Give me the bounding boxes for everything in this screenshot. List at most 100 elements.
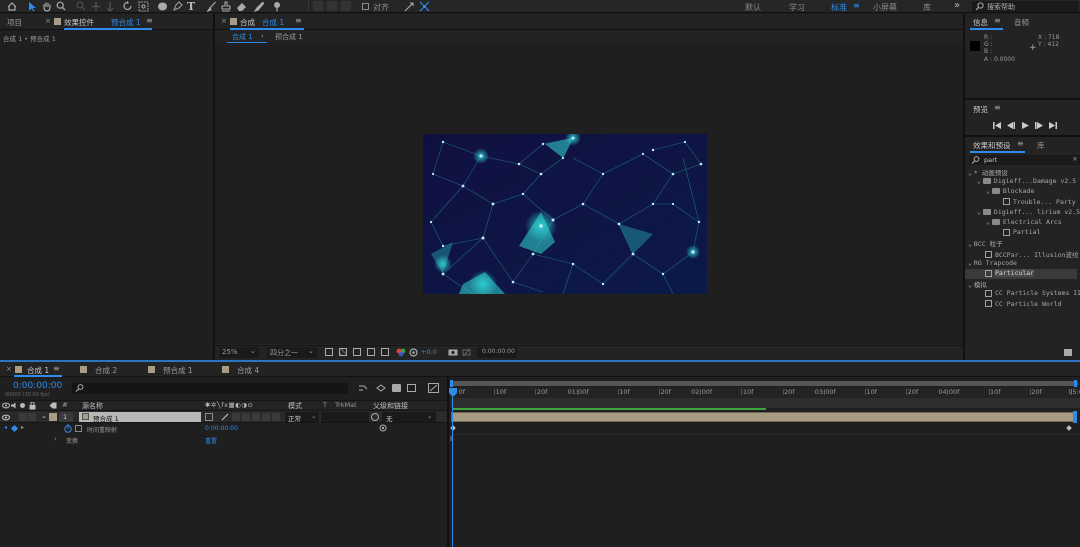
chevron-down-icon[interactable]: ⌄: [968, 281, 972, 289]
layer-duration-bar[interactable]: [451, 412, 1074, 422]
transform-reset[interactable]: 重置: [205, 436, 217, 445]
time-remap-value[interactable]: 0:00:00:00: [205, 425, 238, 432]
effects-menu-icon[interactable]: ≡: [1017, 139, 1024, 148]
current-time-field[interactable]: 0:00:00:00: [477, 347, 517, 358]
effects-tree-item[interactable]: ⌄ Digieff... lirium v2.5: [965, 208, 1080, 218]
chevron-down-icon[interactable]: ⌄: [968, 169, 972, 177]
pan-camera-icon[interactable]: [91, 1, 101, 12]
chevron-down-icon[interactable]: ⌄: [977, 177, 981, 185]
layer-solo-box[interactable]: [19, 413, 27, 421]
tab-info[interactable]: 信息: [973, 17, 988, 28]
timeline-current-time[interactable]: 0:00:00:00: [13, 381, 62, 391]
mode-dropdown[interactable]: 正常 ⌄: [285, 412, 319, 423]
timeline-splitter[interactable]: [447, 377, 449, 547]
workspace-default[interactable]: 默认: [745, 2, 761, 13]
effects-tree-item[interactable]: ⌄ Digieff...Damage v2.5: [965, 177, 1077, 187]
zoom-dropdown[interactable]: 25% ⌄: [219, 347, 259, 358]
hand-tool-icon[interactable]: [42, 1, 52, 12]
close-tab-icon[interactable]: ×: [45, 17, 51, 25]
effects-tree-item[interactable]: ⌄ Electrical Arcs: [965, 218, 1077, 228]
motion-blur-icon[interactable]: [428, 383, 439, 393]
view-axis-icon[interactable]: [341, 1, 351, 11]
workspace-standard[interactable]: 标准: [831, 2, 847, 13]
effects-tree-item[interactable]: ⌄ Blockade: [965, 187, 1077, 197]
region-of-interest-icon[interactable]: [367, 348, 375, 356]
parent-link-header[interactable]: 父级和链接: [373, 401, 408, 411]
tab-audio[interactable]: 音频: [1014, 17, 1029, 28]
quality-switch-icon[interactable]: [221, 413, 229, 421]
layer-label-color[interactable]: [49, 413, 57, 421]
mode-header[interactable]: 模式: [288, 401, 302, 411]
graph-icon[interactable]: [75, 425, 82, 432]
effects-tree-item[interactable]: Partial: [965, 228, 1077, 238]
effects-tree-item[interactable]: CC Particle Systems II: [965, 289, 1080, 299]
comp-subtab-other[interactable]: 预合成 1: [275, 32, 303, 42]
info-menu-icon[interactable]: ≡: [994, 16, 1001, 25]
close-comp-tab-icon[interactable]: ×: [221, 17, 227, 25]
composition-frame[interactable]: [423, 134, 707, 294]
effects-tree-item[interactable]: Trouble... Party: [965, 198, 1077, 208]
snap-checkbox[interactable]: [362, 3, 369, 10]
tab-effect-controls[interactable]: 效果控件: [64, 17, 94, 28]
trkmat-header[interactable]: TrkMat: [335, 401, 357, 409]
workspace-small-screen[interactable]: 小屏幕: [873, 2, 897, 13]
exposure-icon[interactable]: [409, 348, 418, 357]
rotate-tool-icon[interactable]: [123, 1, 133, 12]
play-icon[interactable]: [1022, 122, 1029, 129]
local-axis-icon[interactable]: [313, 1, 323, 11]
stopwatch-icon[interactable]: [64, 424, 72, 433]
timeline-tab-comp2[interactable]: 合成 2: [95, 365, 117, 376]
mask-visibility-icon[interactable]: [353, 348, 361, 356]
keyframe-nav-next-icon[interactable]: ▸: [21, 424, 24, 431]
chevron-down-icon[interactable]: ⌄: [986, 187, 990, 195]
timeline-tab-menu-icon[interactable]: ≡: [53, 364, 60, 373]
pick-whip-icon[interactable]: [371, 413, 379, 421]
ellipse-tool-icon[interactable]: [157, 1, 168, 12]
frame-blending-icon[interactable]: [407, 384, 416, 392]
tab-effect-target[interactable]: 预合成 1: [111, 17, 141, 28]
eraser-tool-icon[interactable]: [236, 1, 247, 12]
selection-tool-icon[interactable]: [28, 1, 37, 12]
draft-3d-icon[interactable]: [376, 384, 386, 393]
more-workspaces-button[interactable]: »: [954, 0, 960, 11]
chevron-down-icon[interactable]: ⌄: [968, 259, 972, 267]
tab-project[interactable]: 项目: [7, 17, 22, 28]
effects-tree-item[interactable]: ⌄ 模拟: [965, 279, 1077, 289]
layer-visibility-icon[interactable]: [2, 414, 10, 421]
workspace-learn[interactable]: 学习: [789, 2, 805, 13]
layer-lock-box[interactable]: [28, 413, 36, 421]
chevron-down-icon[interactable]: ⌄: [977, 208, 981, 216]
show-snapshot-icon[interactable]: [462, 348, 471, 357]
effects-tree-item[interactable]: BCCPar... Illusion波纹: [965, 249, 1078, 259]
keyframe-nav-prev-icon[interactable]: ◂: [4, 424, 7, 431]
clone-stamp-tool-icon[interactable]: [221, 1, 231, 12]
layer-bar-end-handle[interactable]: [1073, 411, 1077, 423]
comp-tab-target[interactable]: 合成 1: [262, 17, 284, 28]
comp-subtab-active[interactable]: 合成 1: [232, 32, 253, 42]
timeline-tab-comp4[interactable]: 合成 4: [237, 365, 259, 376]
help-search-box[interactable]: 搜索帮助: [972, 1, 1078, 12]
source-name-header[interactable]: 源名称: [82, 401, 103, 411]
effects-tree-item[interactable]: ⌄ * 动画预设: [965, 167, 1077, 177]
timeline-tab-precomp1[interactable]: 预合成 1: [163, 365, 193, 376]
roto-brush-tool-icon[interactable]: [254, 1, 265, 12]
snap-edge-icon[interactable]: [404, 1, 414, 12]
effect-controls-menu-icon[interactable]: ≡: [146, 16, 153, 25]
snapshot-icon[interactable]: [448, 348, 458, 356]
keyframe-diamond-icon[interactable]: [10, 424, 19, 433]
layer-expand-icon[interactable]: ⌄: [41, 412, 47, 420]
workspace-menu-icon[interactable]: ≡: [853, 1, 860, 10]
trkmat-dropdown[interactable]: [321, 412, 369, 422]
tab-library[interactable]: 库: [1037, 140, 1045, 151]
new-folder-icon[interactable]: [1064, 349, 1072, 356]
effects-tree-item[interactable]: Particular: [965, 269, 1077, 279]
comp-tab-label[interactable]: 合成: [240, 17, 255, 28]
type-tool-icon[interactable]: T: [187, 0, 195, 13]
anchor-point-tool-icon[interactable]: [138, 1, 149, 12]
switch-boxes[interactable]: [232, 413, 282, 421]
close-timeline-tab-icon[interactable]: ×: [6, 365, 12, 373]
exposure-value[interactable]: +0.0: [421, 348, 437, 356]
time-ruler[interactable]: 0f 10f 20f 01:00f 10f 20f 02:00f 10f 20f 03:00f 10…: [449, 387, 1080, 398]
transparency-grid-icon[interactable]: [339, 348, 347, 356]
transform-expand-icon[interactable]: ›: [54, 435, 57, 443]
